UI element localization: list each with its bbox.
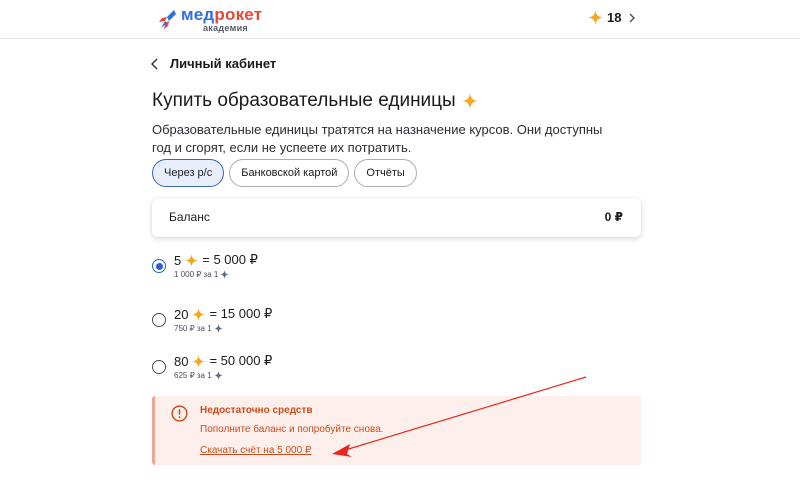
balance-label: Баланс	[169, 210, 210, 224]
top-bar: медрокет академия 18	[0, 0, 800, 39]
option-qty: 5	[174, 252, 182, 268]
download-invoice-link[interactable]: Скачать счёт на 5 000 ₽	[200, 445, 311, 456]
units-balance-chip[interactable]: 18	[588, 10, 637, 25]
radio-button[interactable]	[152, 360, 166, 374]
star-icon	[461, 93, 478, 109]
page-title: Купить образовательные единицы	[152, 90, 456, 111]
page-title-row: Купить образовательные единицы	[152, 90, 478, 112]
package-option-5[interactable]: 5 = 5 000 ₽ 1 000 ₽ за 1	[152, 252, 258, 279]
chevron-right-icon	[629, 13, 636, 22]
payment-method-tabs: Через р/с Банковской картой Отчёты	[152, 159, 417, 187]
back-to-account-link[interactable]: Личный кабинет	[150, 56, 276, 71]
balance-value: 0 ₽	[604, 210, 623, 224]
option-price: = 50 000 ₽	[209, 353, 273, 368]
option-price: = 15 000 ₽	[209, 306, 273, 321]
star-icon	[588, 10, 603, 25]
star-icon	[213, 324, 223, 333]
option-qty: 80	[174, 353, 189, 369]
package-option-80[interactable]: 80 = 50 000 ₽ 625 ₽ за 1	[152, 353, 272, 380]
option-per-unit: 750 ₽ за 1	[174, 324, 212, 333]
logo[interactable]: медрокет академия	[156, 6, 262, 33]
tab-bank-transfer[interactable]: Через р/с	[152, 159, 225, 187]
units-count: 18	[607, 10, 622, 25]
page-description: Образовательные единицы тратятся на назн…	[152, 122, 603, 155]
star-icon	[192, 307, 206, 321]
chevron-left-icon	[151, 58, 158, 69]
star-icon	[213, 371, 223, 380]
alert-title: Недостаточно средств	[200, 405, 313, 416]
star-icon	[192, 354, 206, 368]
balance-card: Баланс 0 ₽	[152, 198, 641, 237]
logo-subtitle: академия	[203, 23, 248, 33]
rocket-logo-icon	[159, 9, 176, 29]
option-qty: 20	[174, 306, 189, 322]
logo-brand: медрокет	[181, 5, 263, 24]
radio-button[interactable]	[152, 313, 166, 327]
star-icon	[220, 270, 230, 279]
package-option-20[interactable]: 20 = 15 000 ₽ 750 ₽ за 1	[152, 306, 272, 333]
option-per-unit: 1 000 ₽ за 1	[174, 270, 219, 279]
back-label: Личный кабинет	[170, 56, 277, 71]
option-per-unit: 625 ₽ за 1	[174, 371, 212, 380]
tab-reports[interactable]: Отчёты	[354, 159, 417, 187]
star-icon	[185, 253, 199, 267]
radio-button[interactable]	[152, 259, 166, 273]
option-price: = 5 000 ₽	[202, 252, 258, 267]
insufficient-funds-alert: Недостаточно средств Пополните баланс и …	[152, 396, 641, 465]
alert-text: Пополните баланс и попробуйте снова.	[200, 424, 384, 435]
exclamation-circle-icon	[171, 405, 188, 422]
tab-bank-card[interactable]: Банковской картой	[229, 159, 350, 187]
